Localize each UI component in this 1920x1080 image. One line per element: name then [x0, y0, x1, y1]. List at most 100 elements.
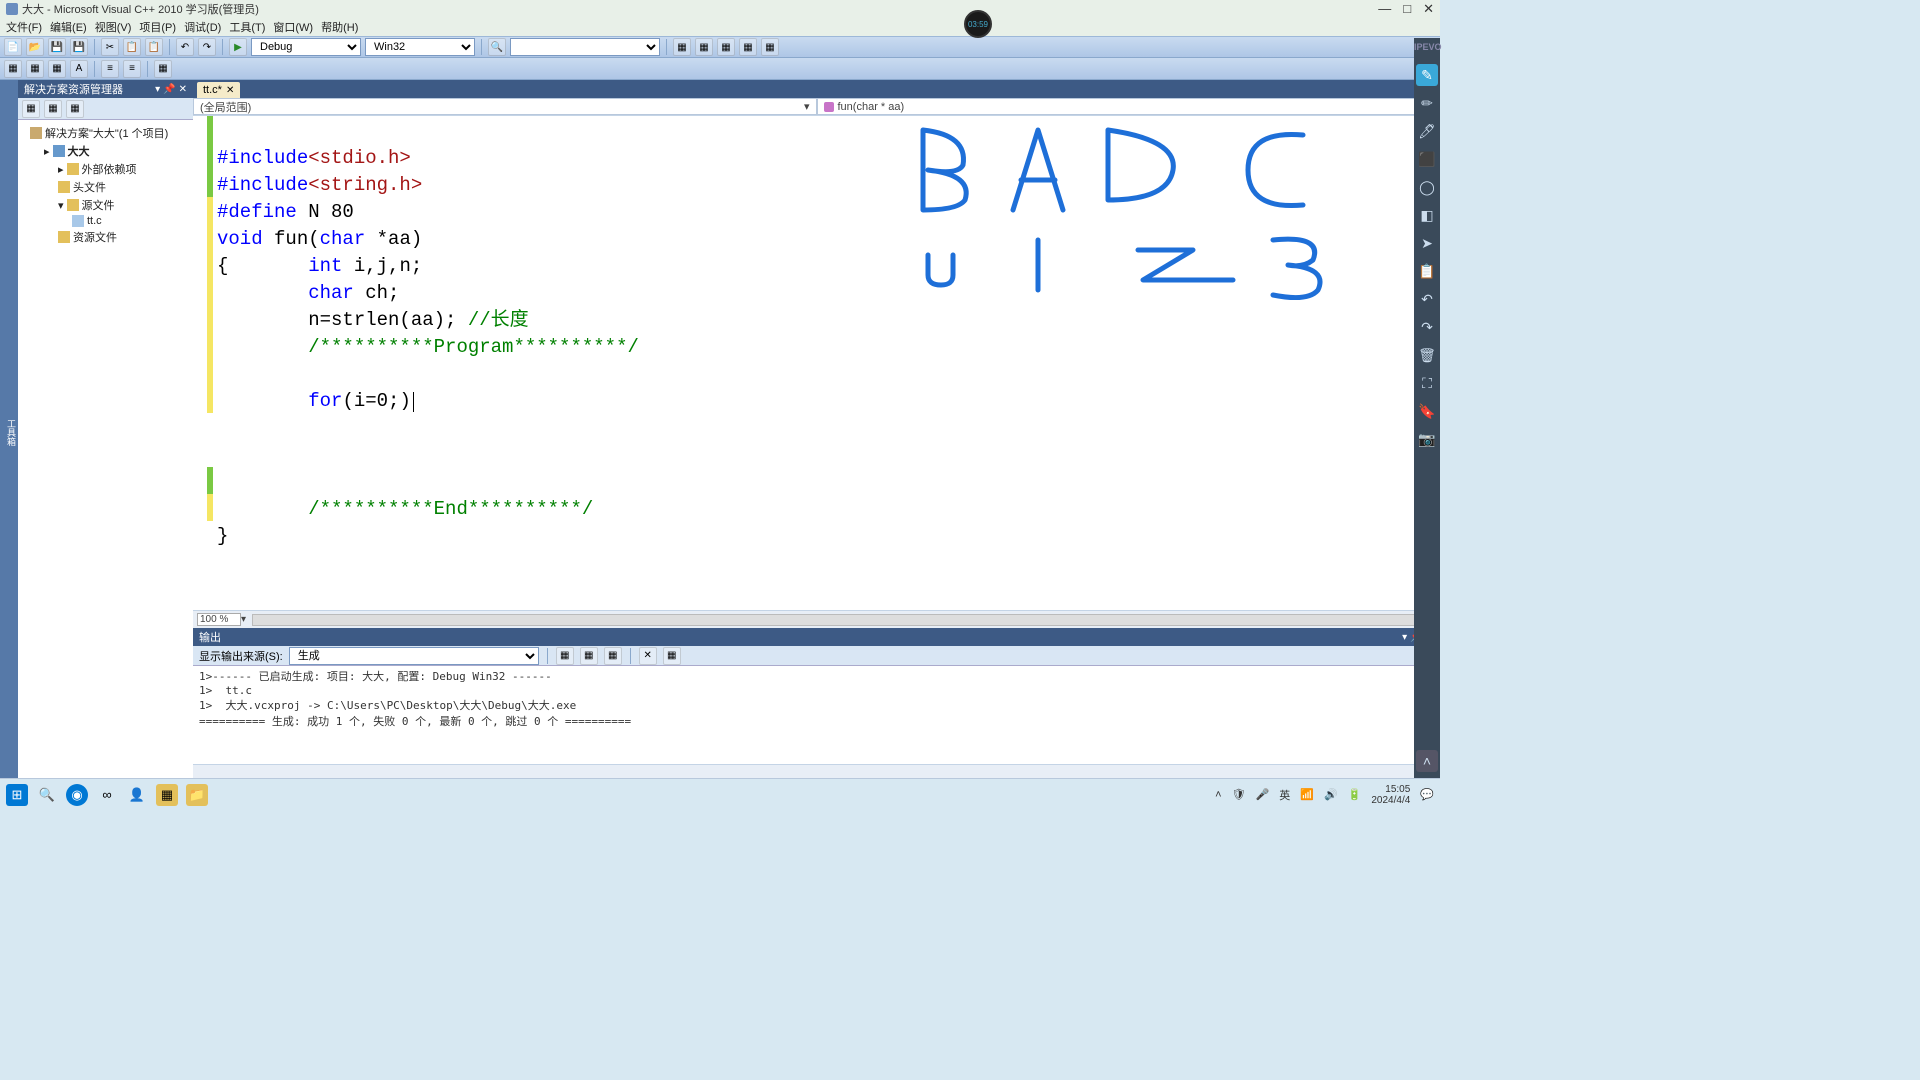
- new-project-button[interactable]: 📄: [4, 38, 22, 56]
- redo-ann-button[interactable]: ↷: [1416, 316, 1438, 338]
- project-node[interactable]: 大大: [68, 143, 90, 159]
- config-select[interactable]: Debug: [251, 38, 361, 56]
- scope-class-select[interactable]: (全局范围)▾: [193, 98, 817, 115]
- save-button[interactable]: 💾: [48, 38, 66, 56]
- maximize-button[interactable]: □: [1403, 1, 1411, 17]
- menu-edit[interactable]: 编辑(E): [50, 19, 87, 35]
- output-source-select[interactable]: 生成: [289, 647, 539, 665]
- task-icon-2[interactable]: ∞: [96, 784, 118, 806]
- bookmark-button[interactable]: 🔖: [1416, 400, 1438, 422]
- output-text[interactable]: 1>------ 已启动生成: 项目: 大大, 配置: Debug Win32 …: [193, 666, 1440, 764]
- menu-window[interactable]: 窗口(W): [273, 19, 313, 35]
- sec-btn-4[interactable]: A: [70, 60, 88, 78]
- find-button[interactable]: 🔍: [488, 38, 506, 56]
- ext-deps-node[interactable]: 外部依赖项: [82, 161, 137, 177]
- headers-node[interactable]: 头文件: [73, 179, 106, 195]
- camera-button[interactable]: 📷: [1416, 428, 1438, 450]
- sidebar-dropdown-icon[interactable]: ▾: [155, 84, 160, 95]
- menu-project[interactable]: 项目(P): [139, 19, 176, 35]
- tray-notifications-icon[interactable]: 💬: [1420, 788, 1434, 801]
- sidebar-tool-1[interactable]: ▦: [22, 100, 40, 118]
- sec-btn-5[interactable]: ≡: [101, 60, 119, 78]
- tray-ime[interactable]: 英: [1279, 787, 1290, 803]
- start-button[interactable]: ⊞: [6, 784, 28, 806]
- sidebar-tool-3[interactable]: ▦: [66, 100, 84, 118]
- platform-select[interactable]: Win32: [365, 38, 475, 56]
- undo-ann-button[interactable]: ↶: [1416, 288, 1438, 310]
- sources-node[interactable]: 源文件: [82, 197, 115, 213]
- sidebar-tool-2[interactable]: ▦: [44, 100, 62, 118]
- zoom-select[interactable]: 100 %: [197, 613, 241, 626]
- source-file-node[interactable]: tt.c: [87, 215, 102, 227]
- resources-node[interactable]: 资源文件: [73, 229, 117, 245]
- menu-view[interactable]: 视图(V): [95, 19, 132, 35]
- zoom-dropdown-icon[interactable]: ▾: [241, 614, 246, 625]
- eraser-tool-button[interactable]: ◧: [1416, 204, 1438, 226]
- tray-security-icon[interactable]: 🛡: [1232, 788, 1246, 801]
- output-tool-4[interactable]: ▦: [663, 647, 681, 665]
- menu-help[interactable]: 帮助(H): [321, 19, 358, 35]
- tool-btn-2[interactable]: ▦: [695, 38, 713, 56]
- shape-tool-button[interactable]: ◯: [1416, 176, 1438, 198]
- file-explorer-icon[interactable]: 📁: [186, 784, 208, 806]
- minimize-button[interactable]: —: [1378, 1, 1391, 17]
- task-icon-1[interactable]: ◉: [66, 784, 88, 806]
- outline-margin[interactable]: [193, 116, 207, 610]
- sec-btn-3[interactable]: ▦: [48, 60, 66, 78]
- output-dropdown-icon[interactable]: ▾: [1402, 632, 1407, 643]
- pointer-tool-button[interactable]: ➤: [1416, 232, 1438, 254]
- cut-button[interactable]: ✂: [101, 38, 119, 56]
- output-hscrollbar[interactable]: [193, 764, 1440, 778]
- sec-btn-1[interactable]: ▦: [4, 60, 22, 78]
- open-button[interactable]: 📂: [26, 38, 44, 56]
- close-button[interactable]: ✕: [1423, 1, 1434, 17]
- redo-button[interactable]: ↷: [198, 38, 216, 56]
- output-tool-2[interactable]: ▦: [580, 647, 598, 665]
- menu-file[interactable]: 文件(F): [6, 19, 42, 35]
- draw-tool-button[interactable]: ✎: [1416, 64, 1438, 86]
- solution-tree[interactable]: 解决方案"大大"(1 个项目) ▸大大 ▸外部依赖项 头文件 ▾源文件 tt.c…: [18, 120, 193, 778]
- tool-btn-3[interactable]: ▦: [717, 38, 735, 56]
- tray-battery-icon[interactable]: 🔋: [1348, 788, 1362, 801]
- tray-mic-icon[interactable]: 🎤: [1256, 788, 1270, 801]
- sidebar-close-icon[interactable]: ✕: [179, 84, 187, 95]
- tray-chevron-icon[interactable]: ˄: [1215, 789, 1221, 801]
- copy-button[interactable]: 📋: [123, 38, 141, 56]
- output-clear-button[interactable]: ✕: [639, 647, 657, 665]
- tool-btn-5[interactable]: ▦: [761, 38, 779, 56]
- editor-tab[interactable]: tt.c* ✕: [197, 82, 240, 98]
- start-debug-button[interactable]: ▶: [229, 38, 247, 56]
- search-button[interactable]: 🔍: [36, 784, 58, 806]
- sec-btn-6[interactable]: ≡: [123, 60, 141, 78]
- fullscreen-button[interactable]: ⛶: [1416, 372, 1438, 394]
- tab-close-icon[interactable]: ✕: [226, 85, 234, 96]
- sec-btn-2[interactable]: ▦: [26, 60, 44, 78]
- tray-volume-icon[interactable]: 🔊: [1324, 788, 1338, 801]
- sidebar-pin-icon[interactable]: 📌: [163, 84, 175, 95]
- highlight-tool-button[interactable]: ⬛: [1416, 148, 1438, 170]
- output-tool-3[interactable]: ▦: [604, 647, 622, 665]
- code-editor[interactable]: #include<stdio.h> #include<string.h> #de…: [193, 116, 1440, 610]
- pen-tool-button[interactable]: ✏: [1416, 92, 1438, 114]
- task-icon-3[interactable]: 👤: [126, 784, 148, 806]
- paste-button[interactable]: 📋: [145, 38, 163, 56]
- menu-debug[interactable]: 调试(D): [184, 19, 221, 35]
- scope-method-select[interactable]: fun(char * aa)▾: [817, 98, 1441, 115]
- timer-badge[interactable]: 03:59: [964, 10, 992, 38]
- tray-wifi-icon[interactable]: 📶: [1300, 788, 1314, 801]
- sec-btn-7[interactable]: ▦: [154, 60, 172, 78]
- marker-tool-button[interactable]: 🖊: [1416, 120, 1438, 142]
- task-icon-4[interactable]: ▦: [156, 784, 178, 806]
- solution-node[interactable]: 解决方案"大大"(1 个项目): [45, 125, 168, 141]
- menu-tools[interactable]: 工具(T): [229, 19, 265, 35]
- editor-hscrollbar[interactable]: [252, 614, 1436, 626]
- tool-btn-4[interactable]: ▦: [739, 38, 757, 56]
- tool-btn-1[interactable]: ▦: [673, 38, 691, 56]
- tray-clock[interactable]: 15:05 2024/4/4: [1371, 784, 1410, 806]
- left-rail[interactable]: 工具箱: [0, 80, 18, 778]
- clipboard-tool-button[interactable]: 📋: [1416, 260, 1438, 282]
- collapse-panel-button[interactable]: ˄: [1416, 750, 1438, 772]
- undo-button[interactable]: ↶: [176, 38, 194, 56]
- output-tool-1[interactable]: ▦: [556, 647, 574, 665]
- save-all-button[interactable]: 💾: [70, 38, 88, 56]
